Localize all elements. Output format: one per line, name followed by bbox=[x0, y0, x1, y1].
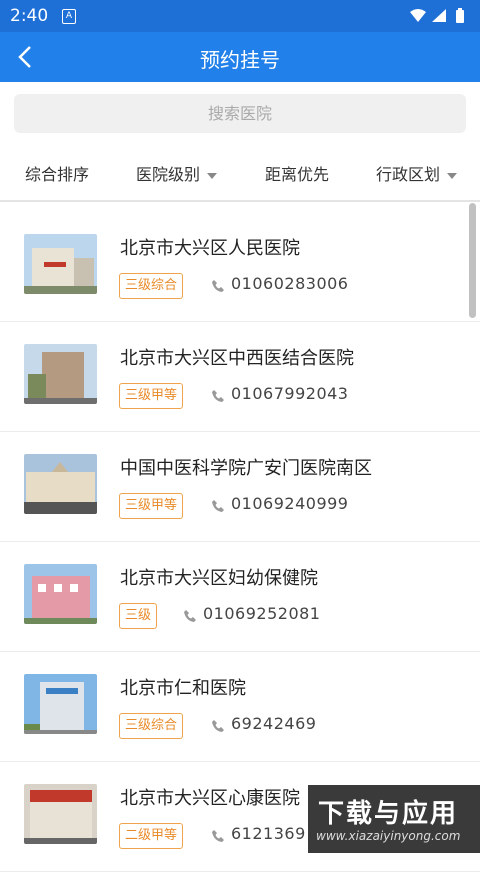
filter-bar: 综合排序 医院级别 距离优先 行政区划 bbox=[0, 150, 480, 194]
hospital-name: 北京市仁和医院 bbox=[120, 678, 246, 699]
watermark-url: www.xiazaiyinyong.com bbox=[316, 829, 461, 843]
hospital-level-badge: 三级综合 bbox=[119, 273, 184, 299]
app-bar: 预约挂号 bbox=[0, 32, 480, 82]
system-icons bbox=[408, 8, 472, 28]
hospital-item[interactable]: 北京市大兴区妇幼保健院 三级 01069252081 bbox=[0, 542, 480, 652]
filter-label: 综合排序 bbox=[25, 165, 90, 184]
filter-distance[interactable]: 距离优先 bbox=[265, 161, 329, 185]
divider bbox=[0, 200, 480, 202]
scrollbar[interactable] bbox=[469, 203, 476, 318]
hospital-item[interactable]: 北京市仁和医院 三级综合 69242469 bbox=[0, 652, 480, 762]
hospital-item[interactable]: 北京市大兴区中西医结合医院 三级甲等 01067992043 bbox=[0, 322, 480, 432]
hospital-level-badge: 二级甲等 bbox=[119, 823, 184, 849]
hospital-phone[interactable]: 01069252081 bbox=[203, 604, 320, 623]
phone-icon bbox=[211, 388, 225, 402]
phone-icon bbox=[211, 278, 225, 292]
status-bar: 2:40 A bbox=[0, 0, 480, 32]
hospital-photo bbox=[24, 344, 97, 404]
watermark-title: 下载与应用 bbox=[318, 799, 459, 829]
hospital-item[interactable]: 北京市大兴区人民医院 三级综合 01060283006 bbox=[0, 212, 480, 322]
filter-level[interactable]: 医院级别 bbox=[136, 161, 218, 185]
hospital-photo bbox=[24, 564, 97, 624]
page-title: 预约挂号 bbox=[200, 48, 280, 72]
hospital-phone[interactable]: 01060283006 bbox=[231, 274, 348, 293]
dropdown-caret-icon bbox=[447, 172, 458, 179]
hospital-name: 北京市大兴区心康医院 bbox=[120, 788, 300, 809]
search-input[interactable]: 搜索医院 bbox=[14, 94, 466, 133]
notification-icon: A bbox=[62, 9, 76, 24]
phone-icon bbox=[211, 828, 225, 842]
phone-icon bbox=[211, 498, 225, 512]
hospital-photo bbox=[24, 784, 97, 844]
hospital-photo bbox=[24, 454, 97, 514]
dropdown-caret-icon bbox=[207, 172, 218, 179]
phone-icon bbox=[211, 718, 225, 732]
hospital-phone[interactable]: 01067992043 bbox=[231, 384, 348, 403]
filter-sort[interactable]: 综合排序 bbox=[25, 161, 89, 185]
hospital-phone[interactable]: 6121369 bbox=[231, 824, 306, 843]
hospital-photo bbox=[24, 674, 97, 734]
watermark-logo: 下载与应用 www.xiazaiyinyong.com bbox=[308, 785, 480, 853]
filter-label: 距离优先 bbox=[265, 165, 330, 184]
filter-district[interactable]: 行政区划 bbox=[376, 161, 458, 185]
filter-label: 行政区划 bbox=[376, 165, 441, 184]
hospital-list: 北京市大兴区人民医院 三级综合 01060283006 北京市大兴区中西医结合医… bbox=[0, 212, 480, 872]
hospital-phone[interactable]: 01069240999 bbox=[231, 494, 348, 513]
hospital-name: 中国中医科学院广安门医院南区 bbox=[120, 458, 372, 479]
hospital-name: 北京市大兴区人民医院 bbox=[120, 238, 300, 259]
hospital-name: 北京市大兴区中西医结合医院 bbox=[120, 348, 354, 369]
hospital-level-badge: 三级甲等 bbox=[119, 383, 184, 409]
hospital-level-badge: 三级 bbox=[119, 603, 158, 629]
hospital-phone[interactable]: 69242469 bbox=[231, 714, 316, 733]
status-time: 2:40 bbox=[10, 6, 49, 26]
hospital-item[interactable]: 中国中医科学院广安门医院南区 三级甲等 01069240999 bbox=[0, 432, 480, 542]
hospital-photo bbox=[24, 234, 97, 294]
wifi-signal-battery-icon bbox=[410, 8, 464, 23]
hospital-name: 北京市大兴区妇幼保健院 bbox=[120, 568, 318, 589]
filter-label: 医院级别 bbox=[136, 165, 201, 184]
phone-icon bbox=[183, 608, 197, 622]
hospital-level-badge: 三级综合 bbox=[119, 713, 184, 739]
hospital-level-badge: 三级甲等 bbox=[119, 493, 184, 519]
